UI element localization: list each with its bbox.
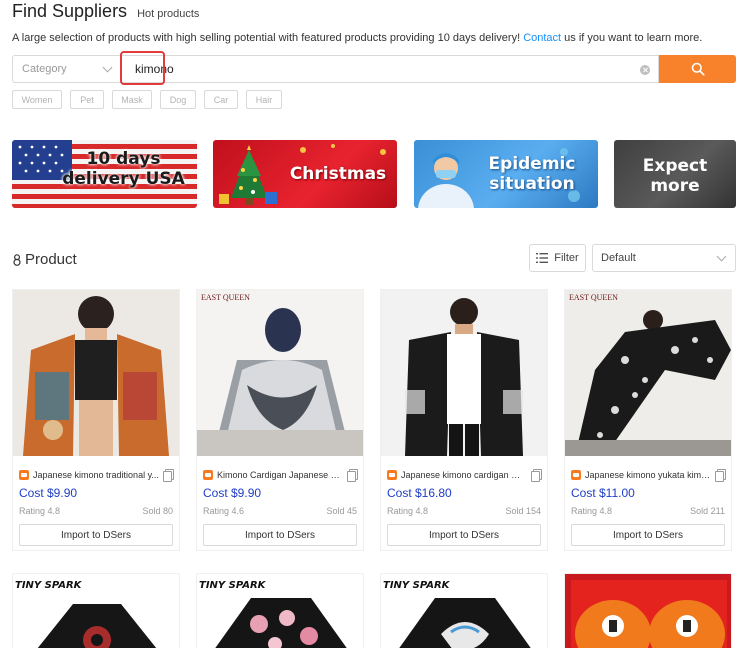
contact-link[interactable]: Contact	[523, 32, 561, 44]
product-section-header: Product	[12, 251, 77, 268]
product-image[interactable]	[13, 290, 179, 456]
page-description: A large selection of products with high …	[12, 32, 703, 44]
tag-hair[interactable]: Hair	[246, 90, 282, 109]
import-to-dsers-button[interactable]: Import to DSers	[571, 524, 725, 546]
tag-women[interactable]: Women	[12, 90, 62, 109]
product-image[interactable]: EAST QUEEN	[565, 290, 731, 456]
product-image[interactable]: TINY SPARK	[380, 573, 548, 648]
product-sold: Sold 80	[142, 506, 173, 516]
product-title[interactable]: Japanese kimono traditional y...	[33, 470, 159, 480]
page-subtitle: Hot products	[137, 8, 200, 20]
product-cost: Cost $9.90	[19, 486, 78, 500]
product-section-title: Product	[25, 251, 77, 268]
copy-icon[interactable]	[163, 469, 174, 482]
product-card[interactable]: EAST QUEEN Japanese kimono yukata kimo..…	[564, 289, 732, 551]
search-button[interactable]	[659, 55, 736, 83]
filter-button[interactable]: Filter	[529, 244, 586, 272]
page-title: Find Suppliers	[12, 1, 128, 21]
brand-watermark: EAST QUEEN	[201, 293, 250, 302]
product-image[interactable]: TINY SPARK	[196, 573, 364, 648]
copy-icon[interactable]	[715, 469, 726, 482]
tag-mask[interactable]: Mask	[112, 90, 152, 109]
product-image[interactable]: TINY SPARK	[12, 573, 180, 648]
banner-10-days-delivery[interactable]: 10 days delivery USA	[12, 140, 197, 208]
search-field-wrapper	[120, 55, 659, 83]
product-rating: Rating 4.8	[387, 506, 429, 516]
tag-pet[interactable]: Pet	[70, 90, 104, 109]
aliexpress-icon	[203, 470, 213, 480]
tag-dog[interactable]: Dog	[160, 90, 196, 109]
product-card[interactable]: Japanese kimono traditional y... Cost $9…	[12, 289, 180, 551]
aliexpress-icon	[19, 470, 29, 480]
import-to-dsers-button[interactable]: Import to DSers	[19, 524, 173, 546]
import-to-dsers-button[interactable]: Import to DSers	[203, 524, 357, 546]
banner-expect-more[interactable]: Expect more	[614, 140, 736, 208]
aliexpress-icon	[387, 470, 397, 480]
tag-car[interactable]: Car	[204, 90, 238, 109]
brand-watermark: EAST QUEEN	[569, 293, 618, 302]
chevron-down-icon	[716, 251, 727, 261]
copy-icon[interactable]	[347, 469, 358, 482]
banner-christmas[interactable]: Christmas	[213, 140, 397, 208]
product-sold: Sold 45	[326, 506, 357, 516]
page-header: Find Suppliers Hot products	[12, 0, 199, 22]
banner-christmas-title: Christmas	[289, 164, 387, 184]
product-cost: Cost $11.00	[571, 486, 635, 500]
product-cost: Cost $16.80	[387, 486, 452, 500]
product-rating: Rating 4.6	[203, 506, 245, 516]
product-icon	[13, 253, 21, 266]
tag-list: Women Pet Mask Dog Car Hair	[12, 90, 290, 109]
import-to-dsers-button[interactable]: Import to DSers	[387, 524, 541, 546]
aliexpress-icon	[571, 470, 581, 480]
product-rating: Rating 4.8	[19, 506, 61, 516]
product-title[interactable]: Kimono Cardigan Japanese Ja...	[217, 470, 343, 480]
filter-list-icon	[536, 253, 549, 263]
product-image[interactable]	[381, 290, 547, 456]
search-icon	[691, 62, 705, 76]
search-input[interactable]	[121, 56, 658, 82]
banner-epidemic-situation[interactable]: Epidemic situation	[414, 140, 598, 208]
product-card[interactable]: EAST QUEEN Kimono Cardigan Japanese Ja..…	[196, 289, 364, 551]
product-rating: Rating 4.8	[571, 506, 613, 516]
brand-watermark: TINY SPARK	[199, 580, 267, 591]
brand-watermark: TINY SPARK	[15, 580, 83, 591]
product-title[interactable]: Japanese kimono cardigan me...	[401, 470, 527, 480]
product-card[interactable]: Japanese kimono cardigan me... Cost $16.…	[380, 289, 548, 551]
product-sold: Sold 154	[505, 506, 541, 516]
product-image[interactable]	[564, 573, 732, 648]
clear-icon[interactable]	[640, 65, 650, 75]
brand-watermark: TINY SPARK	[383, 580, 451, 591]
product-image[interactable]: EAST QUEEN	[197, 290, 363, 456]
chevron-down-icon	[102, 62, 113, 72]
sort-select[interactable]: Default	[592, 244, 736, 272]
product-sold: Sold 211	[690, 506, 725, 516]
product-title[interactable]: Japanese kimono yukata kimo...	[585, 470, 711, 480]
copy-icon[interactable]	[531, 469, 542, 482]
category-select[interactable]: Category	[12, 55, 120, 83]
product-cost: Cost $9.90	[203, 486, 262, 500]
search-bar: Category	[12, 51, 736, 85]
